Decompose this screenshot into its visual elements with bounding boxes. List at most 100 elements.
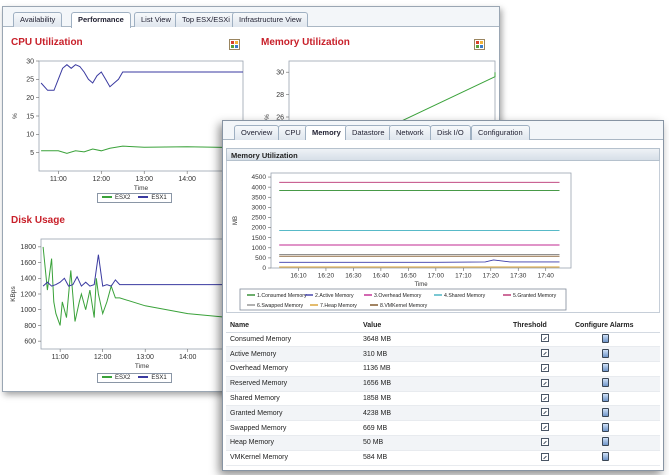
x-tick-label: 17:10 <box>455 273 472 280</box>
tab-configuration[interactable]: Configuration <box>471 125 530 140</box>
metric-name: Active Memory <box>226 346 359 363</box>
metric-value: 1656 MB <box>359 376 509 392</box>
configure-alarm-icon[interactable] <box>602 363 609 373</box>
metric-value: 584 MB <box>359 450 509 466</box>
y-tick-label: 1800 <box>20 244 36 251</box>
y-tick-label: 28 <box>276 92 284 99</box>
edit-threshold-icon[interactable] <box>541 378 549 387</box>
y-tick-label: 5 <box>30 150 34 157</box>
legend-label-4-shared-memory: 4.Shared Memory <box>444 293 486 299</box>
x-tick-label: 11:00 <box>52 354 69 361</box>
configure-alarm-cell <box>571 450 660 466</box>
configure-alarm-icon[interactable] <box>602 407 609 417</box>
tab-list-view[interactable]: List View <box>134 12 178 27</box>
plot-area <box>38 60 244 172</box>
tab-overview[interactable]: Overview <box>234 125 280 140</box>
configure-alarm-icon[interactable] <box>602 437 609 447</box>
configure-alarm-cell <box>571 346 660 363</box>
memory-utilization-title: Memory Utilization <box>261 37 350 48</box>
table-row: Heap Memory 50 MB <box>226 435 660 451</box>
threshold-cell <box>509 420 571 437</box>
table-row: Overhead Memory 1136 MB <box>226 361 660 377</box>
threshold-cell <box>509 391 571 407</box>
edit-threshold-icon[interactable] <box>541 437 549 446</box>
chart-options-icon[interactable] <box>229 39 240 50</box>
metric-value: 4238 MB <box>359 405 509 422</box>
metric-value: 669 MB <box>359 420 509 437</box>
metric-name: Granted Memory <box>226 405 359 422</box>
table-row: Active Memory 310 MB <box>226 346 660 363</box>
y-axis-label: % <box>12 113 19 119</box>
memory-chart-container: 0 500 1000 1500 2000 2500 3000 3500 4000 4500 16:1… <box>226 161 660 313</box>
configure-alarm-cell <box>571 391 660 407</box>
back-tab-bar: Availability Performance List View Top E… <box>3 7 499 28</box>
x-tick-label: 12:00 <box>94 354 112 361</box>
tab-infrastructure-view[interactable]: Infrastructure View <box>232 12 309 27</box>
configure-alarm-icon[interactable] <box>602 452 609 462</box>
tab-memory[interactable]: Memory <box>305 125 348 140</box>
tab-cpu[interactable]: CPU <box>278 125 308 140</box>
y-tick-label: 30 <box>276 70 284 77</box>
tab-availability[interactable]: Availability <box>13 12 63 27</box>
y-axis-label: KBps <box>10 285 17 301</box>
plot-area <box>270 172 572 269</box>
edit-threshold-icon[interactable] <box>541 393 549 402</box>
threshold-cell <box>509 450 571 466</box>
configure-alarm-icon[interactable] <box>602 378 609 388</box>
edit-threshold-icon[interactable] <box>541 408 549 417</box>
x-tick-label: 17:20 <box>483 273 500 280</box>
x-tick-label: 12:00 <box>93 176 111 183</box>
y-tick-label: 3000 <box>252 205 267 212</box>
tab-datastore[interactable]: Datastore <box>345 125 392 140</box>
y-tick-label: 25 <box>26 77 34 84</box>
edit-threshold-icon[interactable] <box>541 423 549 432</box>
y-axis-label: % <box>264 114 271 120</box>
x-tick-label: 14:00 <box>179 354 197 361</box>
configure-alarm-cell <box>571 332 660 348</box>
metric-value: 3648 MB <box>359 332 509 348</box>
edit-threshold-icon[interactable] <box>541 363 549 372</box>
chart-options-icon[interactable] <box>474 39 485 50</box>
configure-alarm-icon[interactable] <box>602 422 609 432</box>
cpu-utilization-panel: CPU Utilization 5 10 15 20 25 30 11:00 12:00 13:… <box>3 37 247 211</box>
configure-alarm-icon[interactable] <box>602 393 609 403</box>
configure-alarm-cell <box>571 435 660 451</box>
configure-alarm-cell <box>571 361 660 377</box>
plot-area <box>40 238 244 350</box>
cpu-utilization-chart: 5101520253011:0012:0013:0014:0015:00Time… <box>12 58 244 192</box>
column-header-configure-alarms: Configure Alarms <box>571 319 660 333</box>
edit-threshold-icon[interactable] <box>541 334 549 343</box>
legend-label-3-overhead-memory: 3.Overhead Memory <box>374 293 422 299</box>
metric-name: VMKernel Memory <box>226 450 359 466</box>
disk-usage-chart: 600 800 1000 1200 1400 1600 1800 11:00 12:00 13:0… <box>10 238 244 370</box>
y-tick-label: 500 <box>255 255 266 262</box>
configure-alarm-cell <box>571 420 660 437</box>
edit-threshold-icon[interactable] <box>541 452 549 461</box>
memory-section-header: Memory Utilization <box>226 148 660 161</box>
configure-alarm-icon[interactable] <box>602 333 609 343</box>
x-tick-label: 13:00 <box>135 176 153 183</box>
threshold-cell <box>509 405 571 422</box>
tab-performance[interactable]: Performance <box>71 12 131 28</box>
y-axis-label: MB <box>233 216 239 225</box>
edit-threshold-icon[interactable] <box>541 349 549 358</box>
column-header-threshold: Threshold <box>509 319 571 333</box>
metric-value: 1136 MB <box>359 361 509 377</box>
threshold-cell <box>509 435 571 451</box>
tab-top-esx[interactable]: Top ESX/ESXi <box>175 12 237 27</box>
threshold-cell <box>509 332 571 348</box>
legend-label-8-vmkernel-memory: 8.VMKernel Memory <box>380 303 428 309</box>
disk-usage-title: Disk Usage <box>11 215 65 226</box>
tab-network[interactable]: Network <box>389 125 431 140</box>
x-tick-label: 16:50 <box>400 273 417 280</box>
y-tick-label: 10 <box>26 132 34 139</box>
tab-disk-io[interactable]: Disk I/O <box>430 125 471 140</box>
table-row: VMKernel Memory 584 MB <box>226 450 660 466</box>
cpu-utilization-title: CPU Utilization <box>11 37 83 48</box>
legend-label-7-heap-memory: 7.Heap Memory <box>320 303 357 309</box>
x-tick-label: 16:30 <box>345 273 362 280</box>
memory-metrics-table: Name Value Threshold Configure Alarms Co… <box>226 319 660 466</box>
threshold-cell <box>509 346 571 363</box>
table-row: Swapped Memory 669 MB <box>226 420 660 437</box>
configure-alarm-icon[interactable] <box>602 348 609 358</box>
